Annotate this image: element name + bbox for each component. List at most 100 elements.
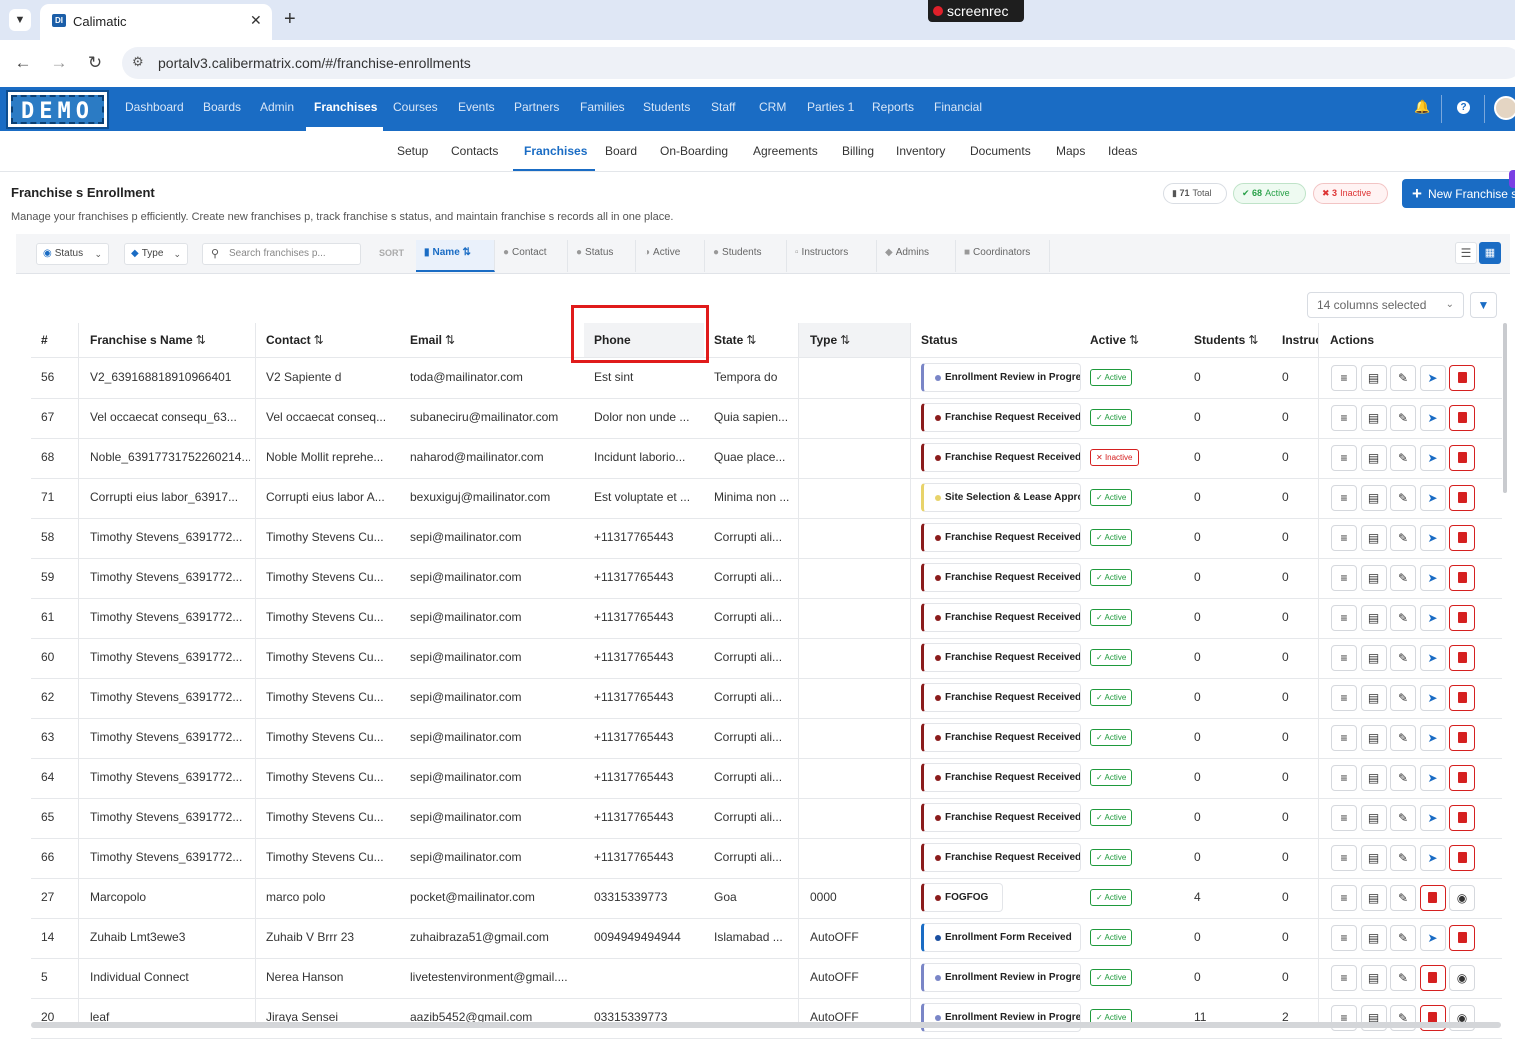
delete-icon[interactable] bbox=[1449, 405, 1475, 431]
search-input[interactable]: ⚲ Search franchises p... bbox=[202, 243, 361, 265]
cell-email[interactable]: sepi@mailinator.com bbox=[410, 570, 580, 584]
subnav-item-billing[interactable]: Billing bbox=[842, 144, 874, 158]
send-icon[interactable]: ➤ bbox=[1419, 605, 1446, 631]
cell-email[interactable]: toda@mailinator.com bbox=[410, 370, 580, 384]
url-text[interactable]: portalv3.calibermatrix.com/#/franchise-e… bbox=[158, 55, 471, 71]
column-header-instructors[interactable]: Instruc bbox=[1282, 333, 1322, 347]
edit-icon[interactable]: ✎ bbox=[1390, 445, 1416, 471]
details-icon[interactable]: ▤ bbox=[1360, 725, 1387, 751]
bell-icon[interactable]: 🔔 bbox=[1414, 99, 1430, 115]
edit-icon[interactable]: ✎ bbox=[1390, 365, 1416, 391]
details-icon[interactable]: ▤ bbox=[1360, 605, 1387, 631]
cell-name[interactable]: Timothy Stevens_6391772... bbox=[90, 810, 250, 824]
edit-icon[interactable]: ✎ bbox=[1390, 605, 1416, 631]
cell-email[interactable]: sepi@mailinator.com bbox=[410, 770, 580, 784]
cell-name[interactable]: Corrupti eius labor_63917... bbox=[90, 490, 250, 504]
cell-name[interactable]: Timothy Stevens_6391772... bbox=[90, 730, 250, 744]
cell-name[interactable]: Timothy Stevens_6391772... bbox=[90, 850, 250, 864]
nav-item-families[interactable]: Families bbox=[580, 100, 625, 114]
view-icon[interactable]: ◉ bbox=[1449, 965, 1475, 991]
send-icon[interactable]: ➤ bbox=[1419, 725, 1446, 751]
send-icon[interactable]: ➤ bbox=[1419, 805, 1446, 831]
nav-item-crm[interactable]: CRM bbox=[759, 100, 786, 114]
cell-email[interactable]: sepi@mailinator.com bbox=[410, 690, 580, 704]
column-header-type[interactable]: Type ⇅ bbox=[810, 333, 850, 347]
sort-contact-button[interactable]: ● Contact bbox=[495, 240, 568, 272]
settings-sliders-icon[interactable]: ≡ bbox=[1331, 565, 1357, 591]
cell-email[interactable]: sepi@mailinator.com bbox=[410, 850, 580, 864]
tab-search-dropdown[interactable]: ▼ bbox=[9, 9, 31, 31]
send-icon[interactable]: ➤ bbox=[1419, 405, 1446, 431]
send-icon[interactable]: ➤ bbox=[1419, 525, 1446, 551]
subnav-item-contacts[interactable]: Contacts bbox=[451, 144, 498, 158]
send-icon[interactable]: ➤ bbox=[1419, 565, 1446, 591]
details-icon[interactable]: ▤ bbox=[1360, 565, 1387, 591]
edit-icon[interactable]: ✎ bbox=[1390, 685, 1416, 711]
details-icon[interactable]: ▤ bbox=[1360, 885, 1387, 911]
subnav-item-franchises[interactable]: Franchises bbox=[524, 144, 587, 158]
column-header-state[interactable]: State ⇅ bbox=[714, 333, 756, 347]
delete-icon[interactable] bbox=[1449, 805, 1475, 831]
sort-name-button[interactable]: ▮ Name ⇅ bbox=[416, 240, 495, 272]
edit-icon[interactable]: ✎ bbox=[1390, 805, 1416, 831]
sort-active-button[interactable]: ◑ Active bbox=[636, 240, 705, 272]
details-icon[interactable]: ▤ bbox=[1360, 765, 1387, 791]
details-icon[interactable]: ▤ bbox=[1360, 365, 1387, 391]
address-bar[interactable]: ⚙ portalv3.calibermatrix.com/#/franchise… bbox=[122, 47, 1515, 79]
nav-item-events[interactable]: Events bbox=[458, 100, 495, 114]
nav-item-financial[interactable]: Financial bbox=[934, 100, 982, 114]
cell-name[interactable]: Timothy Stevens_6391772... bbox=[90, 570, 250, 584]
edit-icon[interactable]: ✎ bbox=[1390, 725, 1416, 751]
help-icon[interactable]: ? bbox=[1457, 101, 1470, 114]
browser-tab[interactable]: DI Calimatic ✕ bbox=[40, 4, 272, 40]
cell-name[interactable]: Zuhaib Lmt3ewe3 bbox=[90, 930, 250, 944]
column-header-email[interactable]: Email ⇅ bbox=[410, 333, 455, 347]
settings-sliders-icon[interactable]: ≡ bbox=[1331, 445, 1357, 471]
reload-icon[interactable]: ↻ bbox=[83, 53, 107, 73]
cell-name[interactable]: Individual Connect bbox=[90, 970, 250, 984]
delete-icon[interactable] bbox=[1449, 445, 1475, 471]
horizontal-scrollbar[interactable] bbox=[31, 1022, 1501, 1028]
delete-icon[interactable] bbox=[1449, 765, 1475, 791]
subnav-item-agreements[interactable]: Agreements bbox=[753, 144, 818, 158]
send-icon[interactable]: ➤ bbox=[1419, 685, 1446, 711]
cell-email[interactable]: bexuxiguj@mailinator.com bbox=[410, 490, 580, 504]
cell-name[interactable]: Timothy Stevens_6391772... bbox=[90, 610, 250, 624]
columns-select[interactable]: 14 columns selected ⌄ bbox=[1307, 292, 1464, 318]
send-icon[interactable]: ➤ bbox=[1419, 445, 1446, 471]
details-icon[interactable]: ▤ bbox=[1360, 845, 1387, 871]
cell-name[interactable]: Timothy Stevens_6391772... bbox=[90, 650, 250, 664]
edit-icon[interactable]: ✎ bbox=[1390, 965, 1416, 991]
sort-arrows-icon[interactable]: ⇅ bbox=[1248, 333, 1258, 347]
new-franchise-button[interactable]: + New Franchise s bbox=[1402, 179, 1515, 208]
delete-icon[interactable] bbox=[1449, 845, 1475, 871]
settings-sliders-icon[interactable]: ≡ bbox=[1331, 485, 1357, 511]
cell-name[interactable]: Timothy Stevens_6391772... bbox=[90, 770, 250, 784]
send-icon[interactable]: ➤ bbox=[1419, 845, 1446, 871]
vertical-scrollbar[interactable] bbox=[1503, 323, 1507, 493]
cell-email[interactable]: sepi@mailinator.com bbox=[410, 730, 580, 744]
delete-icon[interactable] bbox=[1449, 365, 1475, 391]
delete-icon[interactable] bbox=[1419, 885, 1446, 911]
sort-arrows-icon[interactable]: ⇅ bbox=[445, 333, 455, 347]
list-view-icon[interactable]: ☰ bbox=[1455, 242, 1477, 264]
cell-name[interactable]: Vel occaecat consequ_63... bbox=[90, 410, 250, 424]
edit-icon[interactable]: ✎ bbox=[1390, 565, 1416, 591]
delete-icon[interactable] bbox=[1449, 725, 1475, 751]
settings-sliders-icon[interactable]: ≡ bbox=[1331, 805, 1357, 831]
sort-students-button[interactable]: ● Students bbox=[705, 240, 787, 272]
delete-icon[interactable] bbox=[1419, 965, 1446, 991]
subnav-item-maps[interactable]: Maps bbox=[1056, 144, 1085, 158]
details-icon[interactable]: ▤ bbox=[1360, 805, 1387, 831]
details-icon[interactable]: ▤ bbox=[1360, 925, 1387, 951]
edit-icon[interactable]: ✎ bbox=[1390, 485, 1416, 511]
type-filter-dropdown[interactable]: ◆ Type ⌄ bbox=[124, 243, 188, 265]
subnav-item-on-boarding[interactable]: On-Boarding bbox=[660, 144, 728, 158]
cell-email[interactable]: sepi@mailinator.com bbox=[410, 810, 580, 824]
settings-sliders-icon[interactable]: ≡ bbox=[1331, 645, 1357, 671]
details-icon[interactable]: ▤ bbox=[1360, 645, 1387, 671]
column-header-status[interactable]: Status bbox=[921, 333, 958, 347]
site-settings-icon[interactable]: ⚙ bbox=[132, 54, 144, 70]
edit-icon[interactable]: ✎ bbox=[1390, 405, 1416, 431]
settings-sliders-icon[interactable]: ≡ bbox=[1331, 405, 1357, 431]
